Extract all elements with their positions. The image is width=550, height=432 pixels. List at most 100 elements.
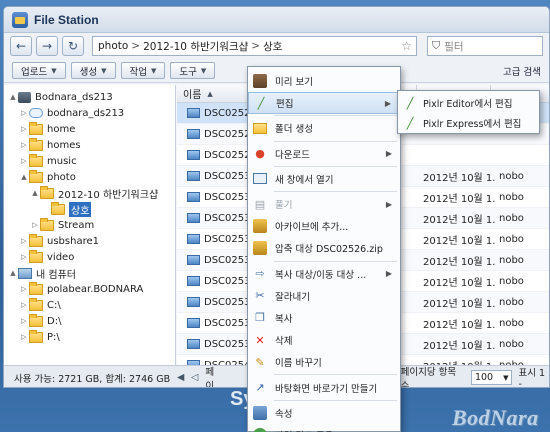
tree-item-label: usbshare1 xyxy=(47,235,99,247)
menu-item-download[interactable]: ● 다운로드 ▶ xyxy=(248,143,400,165)
folder-icon xyxy=(29,297,43,311)
expand-arrow-icon[interactable]: ▲ xyxy=(8,269,18,277)
advanced-search-link[interactable]: 고급 검색 xyxy=(503,64,541,78)
tree-item[interactable]: ▷ music xyxy=(4,153,175,169)
tree-item[interactable]: ▲ photo xyxy=(4,169,175,185)
tools-button[interactable]: 도구 ▼ xyxy=(170,62,216,79)
upload-label: 업로드 xyxy=(21,66,48,78)
filter-input[interactable]: ⛉ 필터 xyxy=(427,36,543,56)
tree-item[interactable]: ▷ Stream xyxy=(4,217,175,233)
menu-item-archive[interactable]: 아카이브에 추가... xyxy=(248,215,400,237)
menu-item-shortcut[interactable]: ↗ 바탕화면 바로가기 만들기 xyxy=(248,376,400,398)
first-page-icon[interactable]: ◀ xyxy=(174,372,188,383)
collapse-arrow-icon[interactable]: ▷ xyxy=(19,317,29,325)
upload-button[interactable]: 업로드 ▼ xyxy=(12,62,66,79)
path-segment[interactable]: 2012-10 하반기워크샵 xyxy=(143,39,248,54)
menu-item-copy[interactable]: ❐ 복사 xyxy=(248,307,400,329)
menu-item-edit[interactable]: ╱ 편집 ▶ xyxy=(248,92,400,115)
collapse-arrow-icon[interactable]: ▷ xyxy=(19,301,29,309)
title-bar[interactable]: File Station xyxy=(4,7,549,33)
tree-item-label: polabear.BODNARA xyxy=(47,283,144,295)
watermark: BodNara xyxy=(452,405,539,430)
tree-item[interactable]: ▷ D:\ xyxy=(4,313,175,329)
cell-owner: nobo xyxy=(499,170,524,182)
cell-owner: nobo xyxy=(499,191,524,203)
tree-item[interactable]: 상호 xyxy=(4,201,175,217)
expand-arrow-icon[interactable]: ▲ xyxy=(8,93,18,101)
menu-separator xyxy=(274,165,397,167)
tree-item-label: 상호 xyxy=(69,201,92,217)
image-file-icon xyxy=(187,171,200,181)
create-button[interactable]: 생성 ▼ xyxy=(70,62,116,79)
collapse-arrow-icon[interactable]: ▷ xyxy=(19,285,29,293)
new-window-icon xyxy=(253,173,267,185)
properties-icon xyxy=(253,405,267,420)
tree-item[interactable]: ▲ 2012-10 하반기워크샵 xyxy=(4,185,175,201)
per-page-label: 페이지당 항목 수 xyxy=(400,366,457,388)
expand-arrow-icon[interactable]: ▲ xyxy=(19,173,29,181)
menu-item-label: 파일 링크 공유 xyxy=(275,428,333,432)
star-icon[interactable]: ☆ xyxy=(401,39,412,53)
window-title: File Station xyxy=(34,12,99,27)
menu-item-pixlr-express[interactable]: ╱ Pixlr Express에서 편집 xyxy=(398,113,539,133)
image-file-icon xyxy=(187,255,200,265)
collapse-arrow-icon[interactable]: ▷ xyxy=(19,253,29,261)
back-button[interactable]: ← xyxy=(10,36,32,56)
tree-item[interactable]: ▷ P:\ xyxy=(4,329,175,345)
tree-item[interactable]: ▷ video xyxy=(4,249,175,265)
path-separator: > xyxy=(131,40,141,52)
per-page-select[interactable]: 100 ▼ xyxy=(470,370,513,385)
collapse-arrow-icon[interactable]: ▷ xyxy=(19,109,29,117)
menu-item-zip[interactable]: 압축 대상 DSC02526.zip xyxy=(248,237,400,259)
collapse-arrow-icon[interactable]: ▷ xyxy=(19,237,29,245)
zip-icon xyxy=(253,241,267,256)
tree-item[interactable]: ▷ usbshare1 xyxy=(4,233,175,249)
menu-item-scissors[interactable]: ✂ 잘라내기 xyxy=(248,285,400,307)
menu-item-folder[interactable]: 폴더 생성 xyxy=(248,117,400,139)
tree-item[interactable]: ▷ polabear.BODNARA xyxy=(4,281,175,297)
menu-item-rename[interactable]: ✎ 이름 바꾸기 xyxy=(248,351,400,373)
expand-arrow-icon[interactable]: ▲ xyxy=(30,189,40,197)
copy-icon: ❐ xyxy=(255,311,265,325)
menu-item-label: Pixlr Editor에서 편집 xyxy=(423,99,513,110)
menu-item-pixlr-editor[interactable]: ╱ Pixlr Editor에서 편집 xyxy=(398,93,539,113)
tree-item[interactable]: ▷ home xyxy=(4,121,175,137)
cloud-icon xyxy=(29,108,43,118)
tree-item[interactable]: ▷ C:\ xyxy=(4,297,175,313)
menu-item-copy-move[interactable]: ⇨ 복사 대상/이동 대상 ... ▶ xyxy=(248,263,400,285)
pencil-icon: ╱ xyxy=(406,96,414,110)
tree-item[interactable]: ▷ homes xyxy=(4,137,175,153)
cell-date: 2012년 10월 1. xyxy=(423,256,496,268)
prev-page-icon[interactable]: ◁ xyxy=(188,372,202,383)
image-file-icon xyxy=(187,318,200,328)
menu-item-preview[interactable]: 미리 보기 xyxy=(248,70,400,92)
collapse-arrow-icon[interactable]: ▷ xyxy=(30,221,40,229)
path-segment[interactable]: 상호 xyxy=(263,39,282,54)
tree-item-label: 2012-10 하반기워크샵 xyxy=(58,189,159,201)
tree-item[interactable]: ▲ 내 컴퓨터 xyxy=(4,265,175,281)
menu-item-extract: ▤ 풀기 ▶ xyxy=(248,193,400,215)
filter-icon: ⛉ xyxy=(432,39,441,52)
caret-down-icon: ▼ xyxy=(150,66,157,75)
collapse-arrow-icon[interactable]: ▷ xyxy=(19,157,29,165)
folder-icon xyxy=(40,217,54,231)
nas-icon xyxy=(18,91,31,103)
path-segment[interactable]: photo xyxy=(98,40,128,52)
menu-item-new-window[interactable]: 새 창에서 열기 xyxy=(248,168,400,190)
forward-button[interactable]: → xyxy=(36,36,58,56)
action-button[interactable]: 작업 ▼ xyxy=(120,62,166,79)
path-field[interactable]: photo > 2012-10 하반기워크샵 > 상호 ☆ xyxy=(92,36,417,56)
refresh-button[interactable]: ↻ xyxy=(62,36,84,56)
menu-item-delete[interactable]: ✕ 삭제 xyxy=(248,329,400,351)
menu-item-label: 편집 xyxy=(276,99,294,111)
collapse-arrow-icon[interactable]: ▷ xyxy=(19,141,29,149)
menu-item-properties[interactable]: 속성 xyxy=(248,402,400,424)
tree-item[interactable]: ▲ Bodnara_ds213 xyxy=(4,89,175,105)
collapse-arrow-icon[interactable]: ▷ xyxy=(19,333,29,341)
menu-separator xyxy=(274,115,397,117)
menu-item-share[interactable]: < 파일 링크 공유 xyxy=(248,424,400,432)
display-range: 표시 1 - xyxy=(518,368,546,388)
tree-item-label: C:\ xyxy=(47,299,61,311)
tree-item[interactable]: ▷ bodnara_ds213 xyxy=(4,105,175,121)
collapse-arrow-icon[interactable]: ▷ xyxy=(19,125,29,133)
